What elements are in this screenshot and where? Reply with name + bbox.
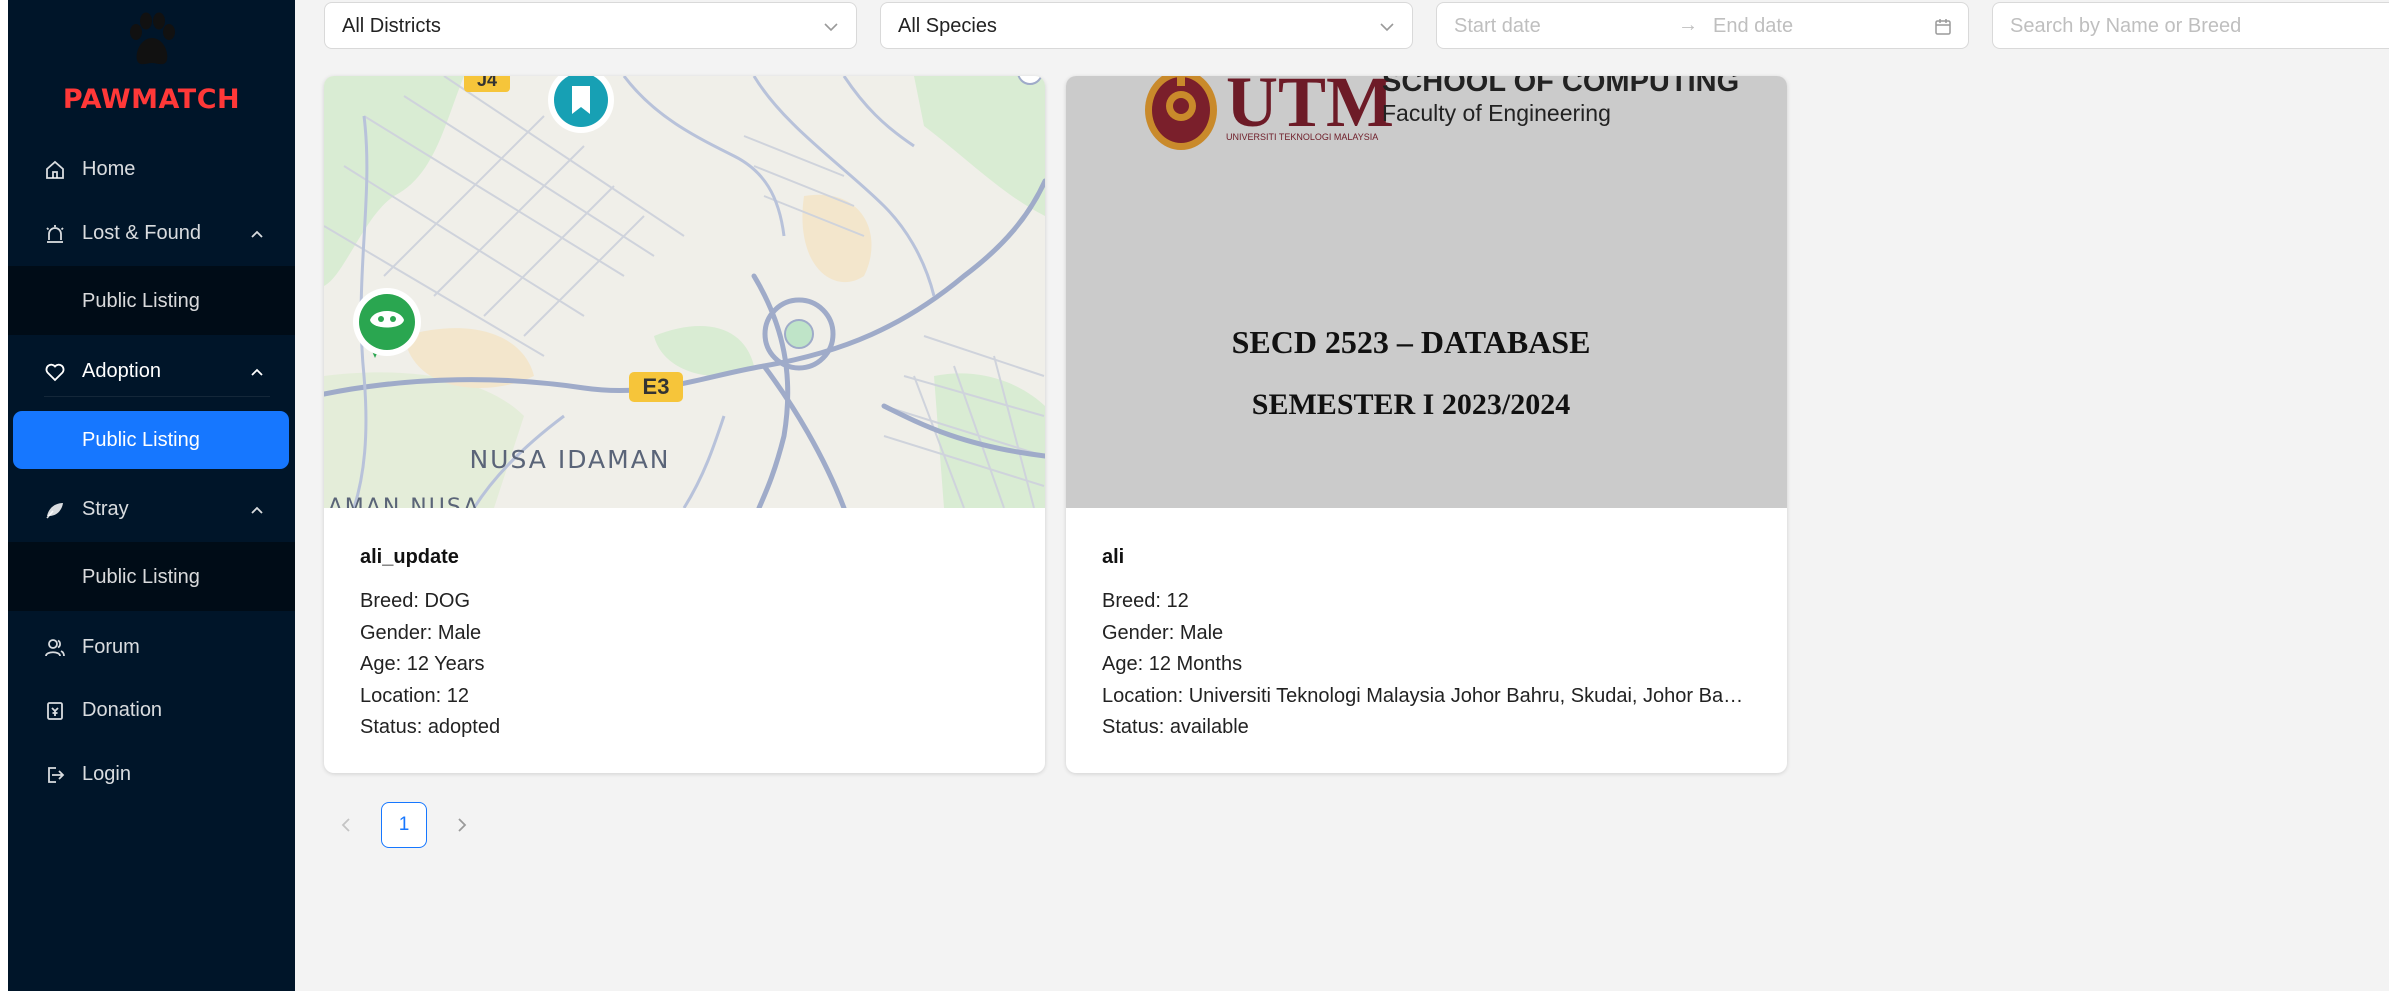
nav-stray-public-listing[interactable]: Public Listing: [8, 548, 295, 606]
pet-card[interactable]: E3 J4 NUSA IDAMAN AMAN NUSA ali_update B…: [324, 76, 1045, 773]
pet-location: Location: Universiti Teknologi Malaysia …: [1102, 684, 1751, 707]
brand-name: PAWMATCH: [62, 84, 241, 115]
chevron-down-icon: [824, 23, 838, 32]
chevron-down-icon: [1380, 23, 1394, 32]
search-input[interactable]: Search by Name or Breed: [1992, 2, 2389, 49]
donation-icon: [47, 702, 63, 720]
nav-label: Lost & Found: [82, 221, 201, 244]
submenu-adoption: Public Listing: [8, 404, 295, 473]
submenu-stray: Public Listing: [8, 542, 295, 611]
doc-semester-text: SEMESTER I 2023/2024: [1252, 388, 1570, 421]
date-range-picker[interactable]: Start date → End date: [1436, 2, 1969, 49]
pet-photo-map: E3 J4 NUSA IDAMAN AMAN NUSA: [324, 76, 1045, 508]
nav-lost-found[interactable]: Lost & Found: [8, 202, 295, 264]
nav-forum[interactable]: Forum: [8, 616, 295, 678]
end-date-input[interactable]: End date: [1713, 15, 1793, 38]
calendar-icon: [1935, 19, 1951, 35]
window-edge: [0, 0, 8, 991]
nav-divider: [44, 396, 270, 397]
nav-label: Stray: [82, 497, 129, 520]
nav-stray[interactable]: Stray: [8, 478, 295, 540]
chevron-up-icon: [251, 506, 263, 514]
pet-breed: Breed: DOG: [360, 590, 471, 612]
pet-age: Age: 12 Months: [1102, 653, 1243, 675]
pet-status: Status: available: [1102, 716, 1249, 738]
map-road-label: E3: [643, 374, 670, 399]
chevron-right-icon[interactable]: [450, 813, 474, 837]
sidebar: PAWMATCH Home Lost & Found Public Listin…: [8, 0, 295, 991]
start-date-input[interactable]: Start date: [1454, 15, 1541, 38]
alarm-icon: [46, 225, 64, 243]
district-select[interactable]: All Districts: [324, 2, 857, 49]
pet-location: Location: 12: [360, 684, 469, 707]
paw-icon: [130, 12, 175, 65]
pet-gender: Gender: Male: [1102, 621, 1224, 644]
doc-faculty-text: Faculty of Engineering: [1382, 100, 1611, 126]
district-select-value: All Districts: [342, 15, 441, 37]
nav-label: Login: [82, 762, 131, 785]
nav-adoption[interactable]: Adoption: [8, 340, 295, 402]
pet-breed: Breed: 12: [1102, 590, 1189, 612]
chevron-up-icon: [251, 368, 263, 376]
chevron-left-icon[interactable]: [334, 813, 358, 837]
users-icon: [45, 639, 65, 657]
species-select[interactable]: All Species: [880, 2, 1413, 49]
home-icon: [46, 160, 64, 179]
leaf-icon: [46, 503, 63, 519]
pagination-page-1[interactable]: 1: [381, 802, 427, 848]
search-placeholder: Search by Name or Breed: [2010, 15, 2242, 37]
chevron-up-icon: [251, 230, 263, 238]
map-area-label: NUSA IDAMAN: [469, 445, 670, 474]
brand-logo[interactable]: PAWMATCH: [8, 12, 295, 115]
pet-name: ali: [1102, 546, 1125, 568]
pet-gender: Gender: Male: [360, 621, 482, 644]
map-road-label-2: J4: [477, 76, 497, 90]
nav-label: Adoption: [82, 359, 161, 382]
map-area-label-2: AMAN NUSA: [328, 495, 481, 508]
pet-photo-document: UTM UNIVERSITI TEKNOLOGI MALAYSIA SCHOOL…: [1066, 76, 1787, 508]
doc-school-text: SCHOOL OF COMPUTING: [1382, 76, 1739, 98]
pet-card-body: ali Breed: 12 Gender: Male Age: 12 Month…: [1102, 546, 1751, 748]
pet-status: Status: adopted: [360, 716, 501, 738]
date-range-separator: →: [1678, 14, 1698, 36]
nav-adoption-public-listing[interactable]: Public Listing: [13, 411, 289, 469]
nav-label: Forum: [82, 635, 140, 658]
pet-name: ali_update: [360, 546, 459, 568]
nav-label: Home: [82, 157, 136, 180]
nav-login[interactable]: Login: [8, 743, 295, 805]
utm-logo-subtitle: UNIVERSITI TEKNOLOGI MALAYSIA: [1226, 132, 1378, 142]
pet-age: Age: 12 Years: [360, 653, 485, 675]
pet-card[interactable]: UTM UNIVERSITI TEKNOLOGI MALAYSIA SCHOOL…: [1066, 76, 1787, 773]
login-icon: [48, 767, 65, 783]
heart-icon: [45, 363, 65, 382]
nav-sub-label: Public Listing: [82, 289, 200, 312]
species-select-value: All Species: [898, 15, 997, 37]
doc-course-text: SECD 2523 – DATABASE: [1232, 324, 1591, 360]
pet-card-body: ali_update Breed: DOG Gender: Male Age: …: [360, 546, 1009, 748]
submenu-lost-found: Public Listing: [8, 266, 295, 335]
nav-label: Donation: [82, 698, 163, 721]
nav-sub-label: Public Listing: [82, 565, 200, 588]
nav-donation[interactable]: Donation: [8, 679, 295, 741]
nav-home[interactable]: Home: [8, 138, 295, 200]
nav-lost-found-public-listing[interactable]: Public Listing: [8, 272, 295, 330]
nav-sub-label: Public Listing: [82, 428, 200, 451]
